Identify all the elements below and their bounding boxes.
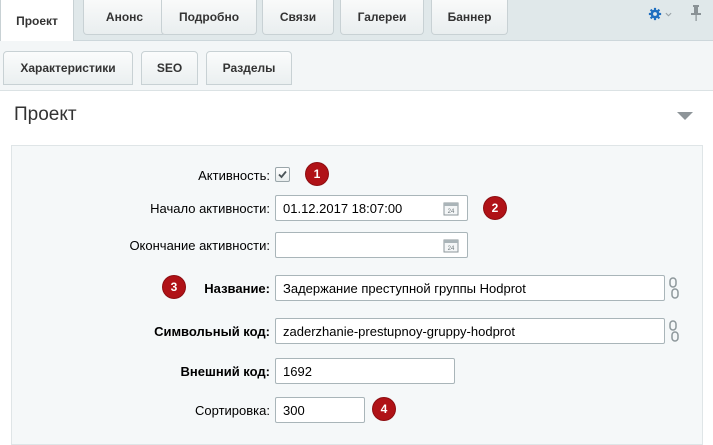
collapse-arrow-icon[interactable] [677,112,693,120]
primary-tab-bar: Проект Анонс Подробно Связи Галереи Банн… [0,0,713,41]
chain-link-icon[interactable] [668,277,680,299]
tab-characteristics[interactable]: Характеристики [3,51,133,85]
name-input[interactable]: Задержание преступной группы Hodprot [275,275,665,301]
end-date-input[interactable] [275,232,468,258]
calendar-day-text: 24 [448,246,455,252]
end-label: Окончание активности: [129,238,270,253]
start-date-value: 01.12.2017 18:07:00 [283,200,403,216]
tab-banner[interactable]: Баннер [431,0,508,35]
active-checkbox[interactable] [275,167,290,182]
tab-seo[interactable]: SEO [141,51,198,85]
section-title: Проект [14,104,77,125]
external-code-label: Внешний код: [180,364,270,379]
tab-project[interactable]: Проект [0,0,74,41]
calendar-icon[interactable]: 24 [443,238,459,253]
tab-announce[interactable]: Анонс [83,0,166,35]
tab-details[interactable]: Подробно [161,0,257,35]
pin-icon[interactable] [689,4,703,22]
external-code-input[interactable]: 1692 [275,358,455,384]
tab-galleries[interactable]: Галереи [340,0,424,35]
sort-value: 300 [283,402,305,418]
badge-4: 4 [373,398,395,420]
tab-sections[interactable]: Разделы [206,51,292,85]
calendar-icon[interactable]: 24 [443,201,459,216]
chain-link-icon[interactable] [668,320,680,342]
gear-icon [648,7,662,21]
start-date-input[interactable]: 01.12.2017 18:07:00 [275,195,468,221]
badge-2: 2 [484,197,506,219]
code-input[interactable]: zaderzhanie-prestupnoy-gruppy-hodprot [275,318,665,344]
code-label: Символьный код: [154,324,270,339]
badge-1: 1 [306,163,328,185]
start-label: Начало активности: [150,201,270,216]
sort-label: Сортировка: [195,403,270,418]
checkmark-icon [278,170,287,179]
chevron-down-icon [665,12,672,17]
name-label: Название: [204,281,270,296]
code-value: zaderzhanie-prestupnoy-gruppy-hodprot [283,323,515,339]
settings-gear-button[interactable] [648,6,672,22]
name-value: Задержание преступной группы Hodprot [283,280,526,296]
active-label: Активность: [198,168,270,183]
tab-links[interactable]: Связи [262,0,334,35]
calendar-day-text: 24 [448,209,455,215]
sort-input[interactable]: 300 [275,397,365,423]
secondary-tab-bar: Характеристики SEO Разделы [0,41,713,91]
external-code-value: 1692 [283,363,312,379]
